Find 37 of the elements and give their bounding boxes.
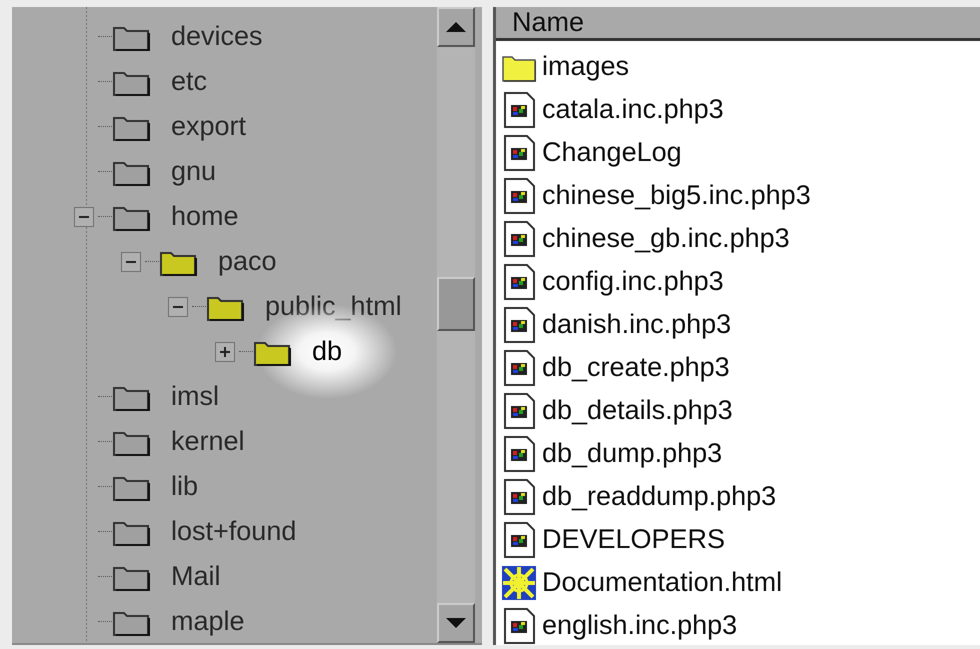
file-name[interactable]: db_readdump.php3 [542,481,776,512]
file-name[interactable]: ChangeLog [542,137,682,168]
file-name[interactable]: images [542,51,630,82]
scroll-up-button[interactable] [437,7,475,47]
tree-item-label[interactable]: Mail [165,559,227,594]
tree-item-label[interactable]: lib [165,469,204,504]
file-name[interactable]: DEVELOPERS [542,524,726,555]
column-header[interactable]: Name [496,7,584,38]
tree-item-label[interactable]: imsl [165,379,225,414]
scrollbar[interactable] [437,7,475,643]
tree-item-label[interactable]: export [165,109,252,144]
file-name[interactable]: danish.inc.php3 [542,309,732,340]
tree-item-label[interactable]: lost+found [165,514,302,549]
file-name[interactable]: db_dump.php3 [542,438,722,469]
collapse-icon[interactable] [74,206,94,226]
tree-item-label[interactable]: maple [165,604,251,639]
tree-item-label[interactable]: gnu [165,154,222,189]
file-name[interactable]: catala.inc.php3 [542,94,724,125]
expand-icon[interactable] [215,342,235,362]
file-name[interactable]: db_details.php3 [542,395,733,426]
down-arrow-icon [446,618,466,628]
tree-item-label[interactable]: etc [165,64,214,99]
collapse-icon[interactable] [121,252,141,272]
file-name[interactable]: chinese_gb.inc.php3 [542,223,790,254]
file-name[interactable]: db_create.php3 [542,352,730,383]
tree-item-label[interactable]: paco [212,244,283,279]
file-name[interactable]: Documentation.html [542,567,782,598]
tree-item-label[interactable]: devices [165,19,269,54]
up-arrow-icon [446,22,466,32]
tree-item-label[interactable]: kernel [165,424,251,459]
file-name[interactable]: chinese_big5.inc.php3 [542,180,811,211]
file-name[interactable]: config.inc.php3 [542,266,724,297]
scroll-down-button[interactable] [437,603,475,643]
scroll-thumb[interactable] [437,277,475,331]
collapse-icon[interactable] [168,296,188,316]
file-name[interactable]: english.inc.php3 [542,610,738,641]
tree-item-label[interactable]: home [165,199,245,234]
